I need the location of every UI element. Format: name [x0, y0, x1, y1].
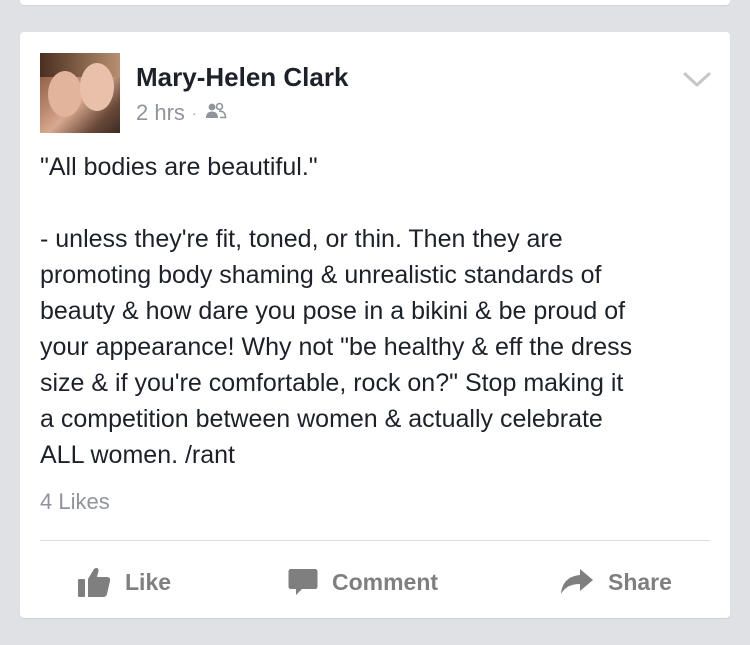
post-text-line: "All bodies are beautiful."	[40, 153, 318, 181]
comment-button[interactable]: Comment	[288, 565, 438, 599]
post-text-line: beauty & how dare you pose in a bikini &…	[40, 297, 626, 325]
comment-icon	[288, 569, 318, 595]
comment-label: Comment	[332, 568, 439, 595]
post-text-line: size & if you're comfortable, rock on?" …	[40, 369, 624, 397]
post-text-line: ALL women. /rant	[40, 441, 236, 469]
post-card: Mary-Helen Clark 2 hrs · "All bodies are…	[20, 32, 730, 618]
post-meta: 2 hrs ·	[136, 100, 227, 126]
divider	[40, 540, 710, 541]
post-text-line: promoting body shaming & unrealistic sta…	[40, 261, 602, 289]
likes-count[interactable]: 4 Likes	[40, 489, 110, 515]
post-text-blank-line	[40, 185, 720, 221]
post-text-line: - unless they're fit, toned, or thin. Th…	[40, 225, 563, 253]
like-label: Like	[125, 568, 172, 595]
thumbs-up-icon	[78, 567, 111, 597]
post-text-line: a competition between women & actually c…	[40, 405, 603, 433]
avatar-face	[48, 71, 82, 117]
share-label: Share	[608, 568, 672, 595]
post-text-line: your appearance! Why not "be healthy & e…	[40, 333, 633, 361]
author-avatar[interactable]	[40, 53, 120, 133]
avatar-face	[80, 63, 114, 111]
post-body: "All bodies are beautiful." - unless the…	[40, 149, 720, 473]
author-name[interactable]: Mary-Helen Clark	[136, 62, 348, 93]
share-arrow-icon	[561, 569, 593, 594]
chevron-down-icon[interactable]	[682, 70, 712, 90]
previous-post-card	[20, 0, 730, 5]
meta-separator: ·	[191, 105, 197, 121]
post-timestamp[interactable]: 2 hrs	[136, 100, 185, 126]
share-button[interactable]: Share	[560, 565, 672, 599]
like-button[interactable]: Like	[77, 565, 171, 599]
friends-icon[interactable]	[205, 100, 227, 126]
